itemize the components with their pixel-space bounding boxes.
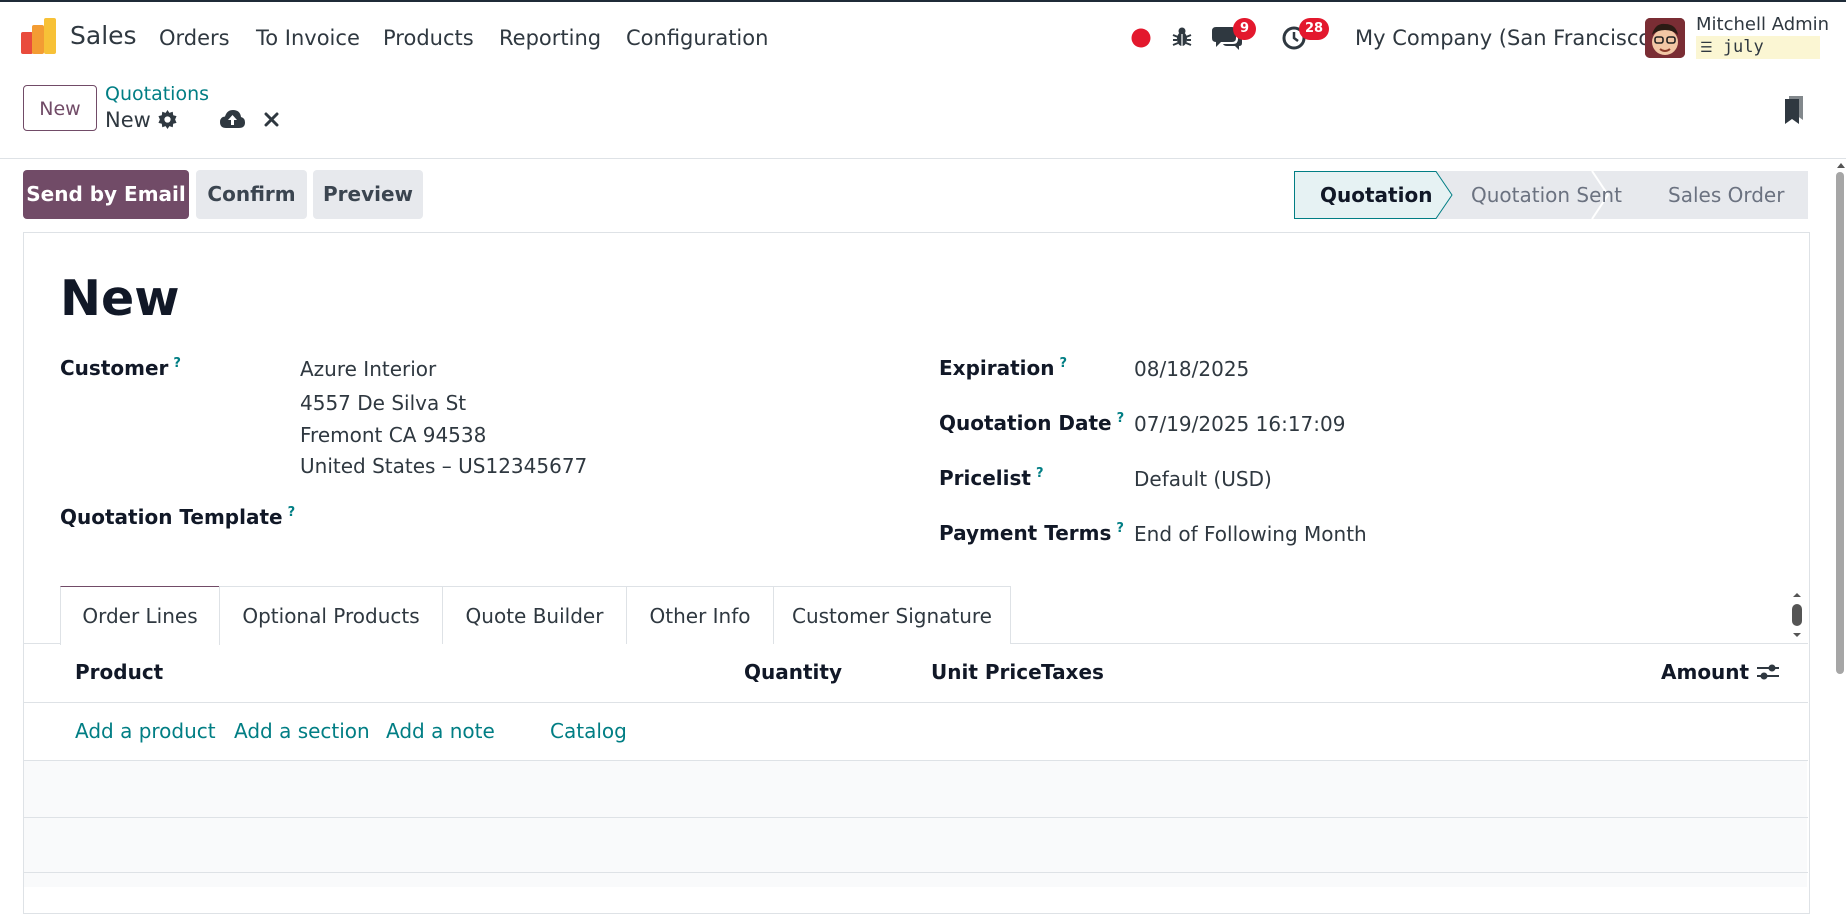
column-unit-price[interactable]: Unit Price <box>931 660 1042 684</box>
column-amount[interactable]: Amount <box>1661 660 1749 684</box>
user-name[interactable]: Mitchell Admin <box>1696 14 1829 35</box>
sales-app-icon[interactable] <box>21 18 57 54</box>
app-name[interactable]: Sales <box>70 21 137 50</box>
record-dot-icon[interactable] <box>1131 28 1151 48</box>
header-divider <box>23 702 1808 703</box>
record-title: New <box>60 270 180 327</box>
customer-street: 4557 De Silva St <box>300 391 467 415</box>
status-sales-order[interactable]: Sales Order <box>1668 171 1784 219</box>
tab-customer-signature[interactable]: Customer Signature <box>773 586 1011 644</box>
help-icon[interactable]: ? <box>1036 466 1044 481</box>
database-icon: ☰ <box>1700 40 1713 56</box>
menu-to-invoice[interactable]: To Invoice <box>256 26 360 50</box>
column-taxes[interactable]: Taxes <box>1041 660 1104 684</box>
column-product[interactable]: Product <box>75 660 163 684</box>
menu-reporting[interactable]: Reporting <box>499 26 601 50</box>
breadcrumb-quotations[interactable]: Quotations <box>105 83 209 105</box>
status-quotation-sent[interactable]: Quotation Sent <box>1471 171 1622 219</box>
help-icon[interactable]: ? <box>1117 411 1125 426</box>
gear-icon[interactable] <box>158 110 177 129</box>
quotation-template-field[interactable] <box>300 505 860 531</box>
database-badge: ☰ july <box>1696 36 1820 59</box>
pricelist-field[interactable]: Default (USD) <box>1134 467 1272 491</box>
help-icon[interactable]: ? <box>173 356 181 371</box>
payment-terms-field[interactable]: End of Following Month <box>1134 522 1367 546</box>
preview-button[interactable]: Preview <box>313 170 423 219</box>
breadcrumb-current: New <box>105 108 151 132</box>
tab-quote-builder[interactable]: Quote Builder <box>442 586 627 644</box>
database-name: july <box>1722 37 1764 57</box>
empty-row <box>24 818 1807 872</box>
pricelist-label: Pricelist? <box>939 466 1044 490</box>
add-product-link[interactable]: Add a product <box>75 719 216 743</box>
customer-label: Customer? <box>60 356 181 380</box>
scroll-up-arrow[interactable] <box>1836 160 1846 170</box>
expiration-label: Expiration? <box>939 356 1068 380</box>
menu-products[interactable]: Products <box>383 26 474 50</box>
bookmark-icon[interactable] <box>1783 96 1805 124</box>
empty-row <box>24 761 1807 817</box>
tab-order-lines[interactable]: Order Lines <box>60 586 220 645</box>
empty-row <box>24 873 1807 887</box>
quotation-date-label: Quotation Date? <box>939 411 1125 435</box>
payment-terms-label: Payment Terms? <box>939 521 1124 545</box>
control-panel: New Quotations New <box>0 72 1846 159</box>
status-bar: Quotation Quotation Sent Sales Order <box>1294 171 1808 219</box>
help-icon[interactable]: ? <box>288 505 296 520</box>
add-section-link[interactable]: Add a section <box>234 719 370 743</box>
discard-icon[interactable] <box>264 112 279 127</box>
quotation-date-field[interactable]: 07/19/2025 16:17:09 <box>1134 412 1345 436</box>
tab-other-info[interactable]: Other Info <box>626 586 774 644</box>
activities-badge: 28 <box>1299 18 1330 40</box>
new-button[interactable]: New <box>23 85 97 131</box>
catalog-link[interactable]: Catalog <box>550 719 627 743</box>
page-scrollbar-thumb[interactable] <box>1836 172 1844 674</box>
tab-optional-products[interactable]: Optional Products <box>219 586 443 644</box>
bug-icon[interactable] <box>1171 26 1193 48</box>
help-icon[interactable]: ? <box>1060 356 1068 371</box>
add-note-link[interactable]: Add a note <box>386 719 495 743</box>
confirm-button[interactable]: Confirm <box>196 170 307 219</box>
messages-badge: 9 <box>1233 18 1256 40</box>
cloud-upload-icon[interactable] <box>220 110 245 129</box>
expiration-field[interactable]: 08/18/2025 <box>1134 357 1249 381</box>
status-quotation[interactable]: Quotation <box>1320 171 1432 219</box>
menu-configuration[interactable]: Configuration <box>626 26 768 50</box>
optional-columns-icon[interactable] <box>1757 662 1779 682</box>
column-quantity[interactable]: Quantity <box>744 660 842 684</box>
user-avatar[interactable] <box>1645 18 1685 58</box>
customer-name[interactable]: Azure Interior <box>300 357 436 381</box>
send-by-email-button[interactable]: Send by Email <box>23 170 189 219</box>
customer-city: Fremont CA 94538 <box>300 423 487 447</box>
company-switcher[interactable]: My Company (San Francisco) <box>1355 26 1659 50</box>
main-navbar: Sales Orders To Invoice Products Reporti… <box>0 2 1846 72</box>
quotation-template-label: Quotation Template? <box>60 505 296 529</box>
tab-scroll-indicator[interactable] <box>1789 590 1805 640</box>
customer-country-vat: United States – US12345677 <box>300 454 588 478</box>
menu-orders[interactable]: Orders <box>159 26 230 50</box>
help-icon[interactable]: ? <box>1116 521 1124 536</box>
